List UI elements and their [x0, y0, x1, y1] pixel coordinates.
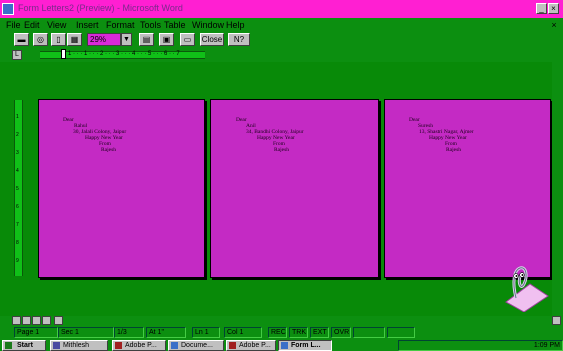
taskbar-item[interactable]: Adobe P...: [226, 340, 276, 351]
web-layout-icon[interactable]: [22, 316, 31, 325]
title-bar: Form Letters2 (Preview) - Microsoft Word…: [0, 0, 563, 18]
status-bar: Page 1 Sec 1 1/3 At 1" Ln 1 Col 1 REC TR…: [0, 326, 563, 339]
system-tray: 1:09 PM: [398, 340, 563, 351]
status-at: At 1": [146, 327, 186, 338]
one-page-icon[interactable]: ▯: [51, 33, 66, 46]
start-button[interactable]: Start: [2, 340, 46, 351]
ruler-icon[interactable]: ▤: [139, 33, 154, 46]
horizontal-scrollbar-area: [0, 316, 563, 326]
menu-window[interactable]: Window: [192, 20, 224, 30]
status-rec[interactable]: REC: [268, 327, 287, 338]
preview-area: 1 2 3 4 5 6 7 8 9 Dear Rahul 30, Jalali …: [0, 62, 563, 316]
ruler-row: L 1 · · · 1 · · · 2 · · · 3 · · · 4 · · …: [0, 48, 563, 62]
taskbar: Start Mithlesh Adobe P... Docume... Adob…: [0, 339, 563, 351]
close-preview-button[interactable]: Close: [200, 33, 224, 46]
scroll-left-icon[interactable]: [54, 316, 63, 325]
menu-edit[interactable]: Edit: [24, 20, 40, 30]
status-page: Page 1: [14, 327, 58, 338]
normal-view-icon[interactable]: [12, 316, 21, 325]
scroll-right-icon[interactable]: [552, 316, 561, 325]
adobe-icon: [115, 342, 122, 349]
tab-selector[interactable]: L: [12, 50, 22, 60]
indent-marker[interactable]: [61, 49, 66, 59]
menu-tools[interactable]: Tools: [140, 20, 161, 30]
taskbar-item[interactable]: Adobe P...: [112, 340, 166, 351]
close-document-icon[interactable]: ×: [549, 20, 559, 30]
menu-format[interactable]: Format: [106, 20, 135, 30]
minimize-button[interactable]: _: [536, 3, 547, 14]
word-icon: [281, 342, 288, 349]
status-trk[interactable]: TRK: [289, 327, 308, 338]
status-col: Col 1: [224, 327, 262, 338]
zoom-dropdown-icon[interactable]: ▼: [121, 33, 132, 46]
letter-page[interactable]: Dear Anil 34, Bandhi Colony, Jaipur Happ…: [210, 99, 379, 278]
letter-page[interactable]: Dear Rahul 30, Jalali Colony, Jaipur Hap…: [38, 99, 205, 278]
print-preview-toolbar: ▬ ◎ ▯ ▦ 29% ▼ ▤ ▣ ▭ Close N?: [0, 32, 563, 48]
status-line: Ln 1: [192, 327, 220, 338]
taskbar-item-active[interactable]: Form L...: [278, 340, 332, 351]
status-spelling: [353, 327, 385, 338]
status-ext[interactable]: EXT: [310, 327, 329, 338]
close-window-button[interactable]: ×: [548, 3, 559, 14]
vertical-scrollbar[interactable]: [552, 62, 563, 316]
windows-logo-icon: [5, 342, 12, 349]
multi-page-icon[interactable]: ▦: [67, 33, 82, 46]
shrink-to-fit-icon[interactable]: ▣: [159, 33, 174, 46]
print-layout-icon[interactable]: [32, 316, 41, 325]
menu-bar: File Edit View Insert Format Tools Table…: [0, 18, 563, 32]
menu-help[interactable]: Help: [226, 20, 245, 30]
adobe-icon: [229, 342, 236, 349]
outline-view-icon[interactable]: [42, 316, 51, 325]
ruler-numbers: 1 · · · 1 · · · 2 · · · 3 · · · 4 · · · …: [68, 51, 180, 57]
word-icon: [171, 342, 178, 349]
status-extra: [387, 327, 415, 338]
taskbar-item[interactable]: Mithlesh: [50, 340, 108, 351]
taskbar-item[interactable]: Docume...: [168, 340, 224, 351]
menu-insert[interactable]: Insert: [76, 20, 99, 30]
word-icon[interactable]: [2, 3, 14, 15]
status-section: Sec 1: [58, 327, 114, 338]
office-assistant-icon[interactable]: [500, 262, 550, 313]
letter-page[interactable]: Dear Suresh 13, Shastri Nagar, Ajmer Hap…: [384, 99, 551, 278]
menu-view[interactable]: View: [47, 20, 66, 30]
print-icon[interactable]: ▬: [14, 33, 29, 46]
clock: 1:09 PM: [533, 342, 560, 349]
window-title: Form Letters2 (Preview) - Microsoft Word: [18, 3, 183, 13]
help-icon[interactable]: N?: [228, 33, 250, 46]
zoom-input[interactable]: 29%: [87, 33, 121, 46]
menu-file[interactable]: File: [6, 20, 21, 30]
menu-table[interactable]: Table: [164, 20, 186, 30]
folder-icon: [53, 342, 60, 349]
status-ovr[interactable]: OVR: [331, 327, 351, 338]
status-pages: 1/3: [114, 327, 144, 338]
magnifier-icon[interactable]: ◎: [33, 33, 48, 46]
full-screen-icon[interactable]: ▭: [180, 33, 195, 46]
vertical-ruler[interactable]: 1 2 3 4 5 6 7 8 9: [14, 100, 23, 276]
